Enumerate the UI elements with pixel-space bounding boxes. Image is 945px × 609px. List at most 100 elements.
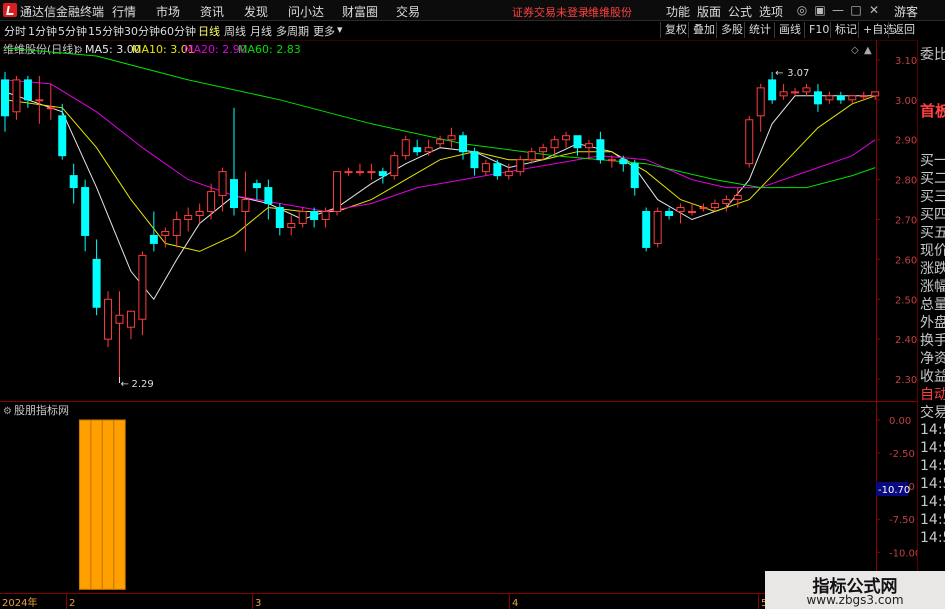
headset-icon[interactable]: ◎	[794, 2, 810, 18]
period-tab-more[interactable]: 更多	[313, 23, 335, 39]
skin-icon[interactable]: ▣	[812, 2, 828, 18]
candle-body	[459, 135, 467, 153]
candle-body	[573, 135, 582, 149]
candle-body	[562, 135, 571, 141]
indicator-current-value: -10.70	[878, 485, 910, 496]
candle-body	[642, 211, 651, 248]
candle-body	[401, 139, 410, 157]
candle-body	[333, 171, 342, 213]
period-tab-5min[interactable]: 5分钟	[58, 23, 87, 39]
guest-label[interactable]: 游客	[894, 3, 918, 20]
candlestick-series	[1, 71, 880, 384]
quote-panel-item: 首板	[920, 102, 945, 120]
candle-body	[241, 199, 250, 213]
price-tick-label: 3.10	[895, 56, 917, 67]
period-tab-weekly[interactable]: 周线	[224, 23, 246, 39]
indicator-settings-icon[interactable]: ⚙	[3, 406, 12, 417]
period-tab-monthly[interactable]: 月线	[250, 23, 272, 39]
back-button[interactable]: 返回	[888, 22, 915, 38]
statistics-button[interactable]: 统计	[744, 22, 771, 38]
f10-button[interactable]: F10	[804, 22, 829, 38]
period-tab-15min[interactable]: 15分钟	[88, 23, 124, 39]
moving-average-lines	[4, 47, 876, 301]
overlay-button[interactable]: 叠加	[688, 22, 715, 38]
quote-panel-item: 14:56	[920, 530, 945, 546]
quote-panel-item: 买四	[920, 207, 945, 223]
period-tab-daily[interactable]: 日线	[198, 23, 220, 39]
mark-button[interactable]: 标记	[830, 22, 857, 38]
menu-item-market[interactable]: 市场	[156, 3, 180, 20]
login-notice[interactable]: 证券交易未登录	[512, 4, 589, 20]
adjust-button[interactable]: 复权	[660, 22, 687, 38]
candle-body	[92, 258, 101, 308]
candle-body	[493, 163, 502, 177]
candle-body	[172, 218, 181, 236]
watermark-banner: 指标公式网 www.zbgs3.com	[765, 571, 945, 609]
candle-body	[447, 135, 456, 141]
minimize-icon[interactable]: —	[830, 2, 846, 18]
candle-body	[791, 91, 800, 94]
candle-body	[848, 95, 857, 101]
quote-panel-item[interactable]: 自动	[920, 384, 945, 404]
low-price-label: 2.29	[132, 379, 154, 390]
candle-body	[275, 207, 284, 228]
candle-body	[390, 155, 399, 177]
quote-panel-item: 涨幅	[920, 279, 945, 295]
low-arrow-icon: ←	[121, 379, 129, 390]
period-tab-30min[interactable]: 30分钟	[124, 23, 160, 39]
candle-body	[344, 171, 353, 174]
candle-body	[436, 139, 445, 145]
candle-body	[722, 199, 731, 205]
candle-body	[126, 310, 135, 328]
quote-panel-item: 14:56	[920, 440, 945, 456]
candle-body	[23, 79, 32, 101]
menu-item-news[interactable]: 资讯	[200, 3, 224, 20]
collapse-icon[interactable]: ▲	[864, 45, 872, 56]
candle-body	[607, 159, 616, 162]
candle-body	[768, 79, 777, 101]
candle-body	[813, 91, 822, 105]
menu-item-trade[interactable]: 交易	[396, 3, 420, 20]
quote-panel-item: 现价	[920, 243, 945, 259]
candle-body	[35, 99, 44, 102]
indicator-bar	[101, 419, 115, 590]
price-tick-label: 2.40	[895, 335, 917, 346]
candle-body	[665, 211, 674, 217]
candle-body	[859, 95, 868, 98]
period-tab-1min[interactable]: 1分钟	[28, 23, 57, 39]
diamond-icon[interactable]: ◇	[851, 45, 859, 56]
menu-item-discover[interactable]: 发现	[244, 3, 268, 20]
candle-body	[195, 211, 204, 217]
date-label-2024: 2024年	[2, 596, 37, 609]
quote-panel-item: 买五	[920, 225, 945, 241]
indicator-tick-label: 0.00	[889, 416, 911, 427]
quote-panel-item: 14:56	[920, 422, 945, 438]
menu-item-quotes[interactable]: 行情	[112, 3, 136, 20]
menu-item-ask[interactable]: 问小达	[288, 3, 324, 20]
candle-body	[424, 147, 433, 153]
maximize-icon[interactable]: □	[848, 2, 864, 18]
date-label-feb: 2	[69, 598, 75, 609]
quote-panel-item: 买一	[920, 153, 945, 169]
menu-item-formula[interactable]: 公式	[728, 3, 752, 20]
candle-body	[378, 171, 387, 177]
menu-item-options[interactable]: 选项	[759, 3, 783, 20]
candle-body	[653, 211, 662, 244]
close-icon[interactable]: ✕	[866, 2, 882, 18]
candle-body	[481, 163, 490, 173]
date-label-apr: 4	[512, 598, 518, 609]
menu-item-layout[interactable]: 版面	[697, 3, 721, 20]
period-tab-intraday[interactable]: 分时	[4, 23, 26, 39]
menu-item-wealth[interactable]: 财富圈	[342, 3, 378, 20]
draw-line-button[interactable]: 画线	[774, 22, 801, 38]
period-tab-60min[interactable]: 60分钟	[160, 23, 196, 39]
menu-item-function[interactable]: 功能	[666, 3, 690, 20]
price-tick-label: 2.90	[895, 136, 917, 147]
candle-body	[584, 143, 593, 149]
kline-chart[interactable]: 维维股份(日线) ⚙ MA5: 3.00 MA10: 3.01 MA20: 2.…	[0, 40, 917, 609]
period-tab-multi[interactable]: 多周期	[276, 23, 309, 39]
high-arrow-icon: ←	[775, 68, 783, 79]
more-dropdown-icon[interactable]: ▾	[337, 23, 343, 36]
indicator-bar	[90, 419, 103, 590]
multi-stock-button[interactable]: 多股	[716, 22, 743, 38]
